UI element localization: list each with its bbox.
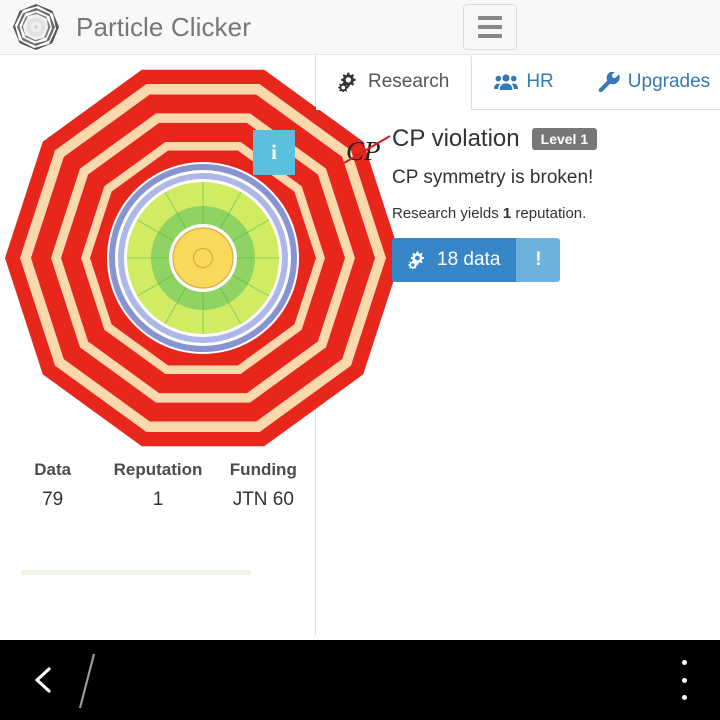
detector-rings-logo-icon (12, 3, 60, 51)
overflow-menu-icon[interactable] (672, 660, 696, 700)
tab-bar: Research HR Upgrades (316, 55, 720, 110)
home-slash-icon[interactable] (75, 652, 99, 710)
buy-button-flag[interactable]: ! (516, 238, 561, 282)
research-title: CP violation (392, 125, 520, 152)
tab-label: Research (368, 71, 450, 92)
yield-suffix: reputation. (515, 205, 587, 222)
research-yield: Research yields 1 reputation. (392, 205, 712, 222)
menu-dot (681, 677, 687, 683)
back-chevron-icon[interactable] (26, 662, 62, 698)
stat-data: Data 79 (0, 455, 105, 515)
research-description: CP symmetry is broken! (392, 167, 594, 188)
status-badge: Level 1 (531, 128, 598, 150)
research-panel: Research HR Upgrades CP violation Level … (316, 55, 720, 635)
stat-label: Data (34, 460, 72, 479)
hamburger-icon[interactable] (463, 4, 517, 50)
page-title: Particle Clicker (76, 11, 251, 42)
stat-label: Funding (229, 460, 297, 479)
brand[interactable]: Particle Clicker (0, 3, 251, 51)
info-icon[interactable]: i (253, 130, 295, 175)
info-button-label: i (271, 140, 277, 164)
gears-icon (338, 72, 360, 92)
system-navigation-bar (0, 640, 720, 720)
cp-violation-icon: CP (340, 126, 396, 174)
app-header: Particle Clicker (0, 0, 720, 55)
hamburger-bar (478, 34, 502, 38)
tab-research[interactable]: Research (316, 55, 473, 110)
buy-button-label: 18 data (437, 249, 501, 270)
stat-value: 1 (152, 489, 164, 510)
app-root: Particle Clicker i Data 79 Reputation 1 … (0, 0, 720, 720)
hamburger-bar (478, 25, 502, 29)
stat-label: Reputation (113, 460, 203, 479)
stat-funding: Funding JTN 60 (211, 455, 316, 515)
buy-research-button[interactable]: 18 data ! (392, 238, 561, 282)
tab-label: Upgrades (627, 71, 711, 92)
stats-row: Data 79 Reputation 1 Funding JTN 60 (0, 455, 316, 515)
tab-label: HR (526, 71, 554, 92)
yield-prefix: Research yields (392, 205, 499, 222)
stat-value: JTN 60 (232, 489, 294, 510)
hamburger-bar (478, 16, 502, 20)
tab-hr[interactable]: HR (472, 55, 575, 109)
menu-dot (681, 660, 687, 665)
buy-research-cost[interactable]: 18 data (392, 238, 517, 282)
tab-upgrades[interactable]: Upgrades (576, 55, 720, 109)
buy-flag-label: ! (535, 249, 542, 270)
wrench-icon (598, 72, 620, 92)
menu-dot (681, 695, 687, 700)
detector-panel: i Data 79 Reputation 1 Funding JTN 60 (0, 55, 400, 635)
users-icon (494, 73, 519, 91)
stat-value: 79 (42, 489, 64, 510)
research-title-row: CP violation Level 1 (392, 125, 712, 153)
research-body: CP violation Level 1 CP symmetry is brok… (392, 125, 720, 282)
progress-bar (21, 570, 251, 575)
stat-reputation: Reputation 1 (105, 455, 210, 515)
research-item[interactable]: CP CP violation Level 1 CP symmetry is b… (316, 110, 720, 282)
yield-amount: 1 (502, 205, 512, 222)
gears-icon (408, 251, 428, 269)
progress-bar-fill (21, 570, 251, 575)
